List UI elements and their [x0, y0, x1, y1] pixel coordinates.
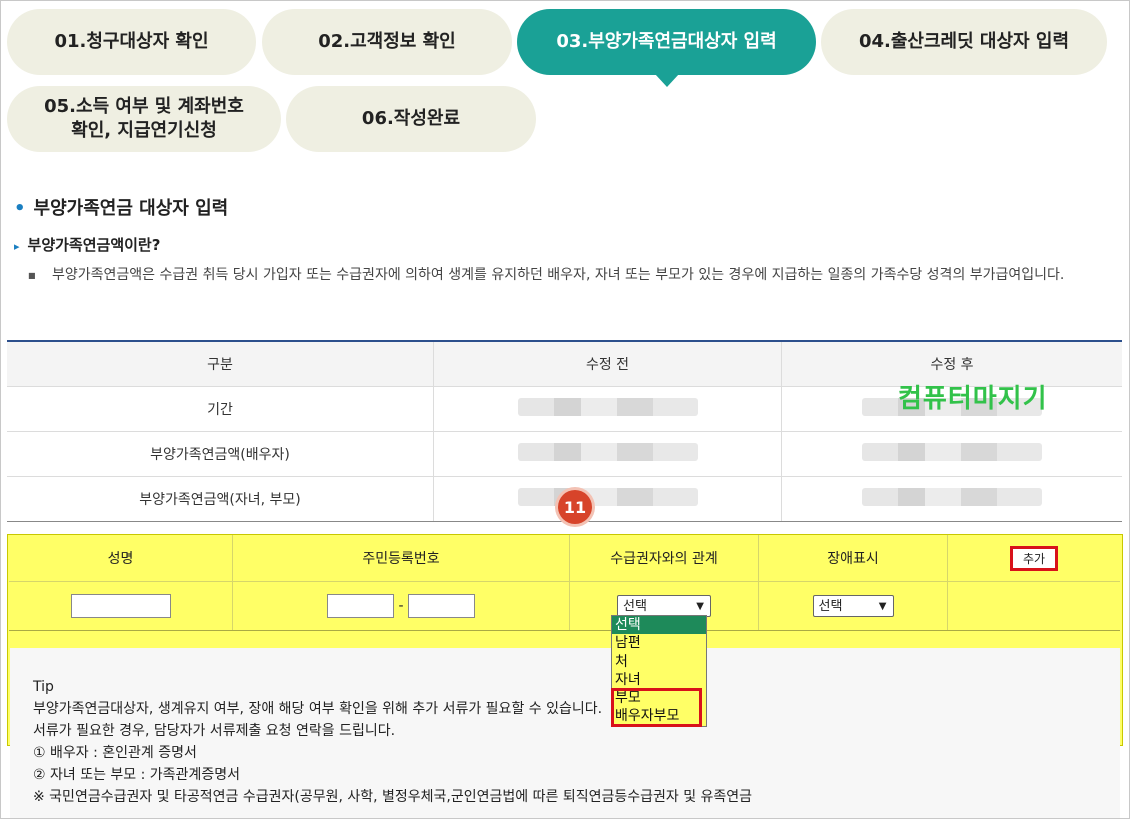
redacted-value — [781, 431, 1122, 477]
col-header-resident-number: 주민등록번호 — [232, 535, 570, 582]
dependent-input-table: 성명 주민등록번호 수급권자와의 관계 장애표시 추가 - 선택 ▼ 선택 ▼ — [9, 535, 1120, 631]
step-tab-5[interactable]: 05.소득 여부 및 계좌번호 확인, 지급연기신청 — [7, 86, 281, 152]
step-number-badge: 11 — [558, 490, 592, 524]
step-tab-4[interactable]: 04.출산크레딧 대상자 입력 — [821, 9, 1107, 75]
col-header-relation: 수급권자와의 관계 — [569, 535, 759, 582]
row-label: 부양가족연금액(자녀, 부모) — [7, 476, 434, 522]
disability-select-value: 선택 — [818, 599, 843, 614]
tip-line: ② 자녀 또는 부모 : 가족관계증명서 — [33, 767, 240, 783]
table-row: 부양가족연금액(배우자) — [7, 431, 1122, 477]
input-header-row: 성명 주민등록번호 수급권자와의 관계 장애표시 추가 — [9, 535, 1120, 582]
dash-separator: - — [398, 598, 404, 614]
step-tab-6[interactable]: 06.작성완료 — [286, 86, 536, 152]
redacted-value — [781, 476, 1122, 522]
tip-title: Tip — [33, 679, 54, 695]
step-tab-1[interactable]: 01.청구대상자 확인 — [7, 9, 256, 75]
bullet-icon: • — [14, 198, 26, 219]
subsection-title: ▸ 부양가족연금액이란? — [14, 234, 160, 255]
disability-select[interactable]: 선택 ▼ — [812, 595, 894, 617]
relation-select-value: 선택 — [623, 599, 647, 614]
relation-select[interactable]: 선택 ▼ — [617, 595, 711, 617]
resident-number-back-input[interactable] — [407, 594, 475, 618]
col-header-before: 수정 전 — [433, 340, 782, 387]
add-cell: 추가 — [947, 535, 1120, 582]
add-button[interactable]: 추가 — [1009, 545, 1059, 571]
tip-line: 부양가족연금대상자, 생계유지 여부, 장애 해당 여부 확인을 위해 추가 서… — [33, 701, 603, 717]
tip-line: ① 배우자 : 혼인관계 증명서 — [33, 745, 197, 761]
step-tab-2[interactable]: 02.고객정보 확인 — [262, 9, 512, 75]
resident-number-front-input[interactable] — [327, 594, 395, 618]
dropdown-option-selected[interactable]: 선택 — [612, 616, 706, 635]
square-bullet-icon: ■ — [28, 271, 36, 280]
section-title: • 부양가족연금 대상자 입력 — [14, 194, 228, 220]
dropdown-option[interactable]: 자녀 — [612, 671, 706, 689]
disability-cell: 선택 ▼ — [758, 581, 948, 631]
section-title-text: 부양가족연금 대상자 입력 — [33, 198, 229, 219]
step-tab-3-active[interactable]: 03.부양가족연금대상자 입력 — [517, 9, 816, 87]
triangle-right-icon: ▸ — [14, 240, 20, 253]
tip-line: ※ 국민연금수급권자 및 타공적연금 수급권자(공무원, 사학, 별정우체국,군… — [33, 789, 753, 805]
name-cell — [9, 581, 233, 631]
tip-section: Tip 부양가족연금대상자, 생계유지 여부, 장애 해당 여부 확인을 위해 … — [33, 676, 1113, 808]
input-row: - 선택 ▼ 선택 ▼ — [9, 581, 1120, 631]
empty-cell — [947, 581, 1120, 631]
redacted-value — [433, 476, 782, 522]
highlight-frame — [611, 688, 702, 727]
col-header-category: 구분 — [7, 340, 434, 387]
tip-line: 서류가 필요한 경우, 담당자가 서류제출 요청 연락을 드립니다. — [33, 723, 396, 739]
chevron-down-icon: ▼ — [878, 601, 887, 612]
redacted-value — [433, 431, 782, 477]
redacted-value — [433, 386, 782, 432]
row-label: 기간 — [7, 386, 434, 432]
dropdown-option[interactable]: 남편 — [612, 634, 706, 652]
resident-number-cell: - — [232, 581, 570, 631]
col-header-name: 성명 — [9, 535, 233, 582]
row-label: 부양가족연금액(배우자) — [7, 431, 434, 477]
dropdown-option[interactable]: 처 — [612, 653, 706, 671]
name-input[interactable] — [70, 594, 171, 618]
description-text: 부양가족연금액은 수급권 취득 당시 가입자 또는 수급권자에 의하여 생계를 … — [52, 267, 1065, 283]
watermark-logo: 컴퓨터마지기 — [898, 384, 1048, 414]
description: ■ 부양가족연금액은 수급권 취득 당시 가입자 또는 수급권자에 의하여 생계를… — [28, 263, 1102, 288]
col-header-disability: 장애표시 — [758, 535, 948, 582]
subsection-title-text: 부양가족연금액이란? — [27, 236, 161, 254]
